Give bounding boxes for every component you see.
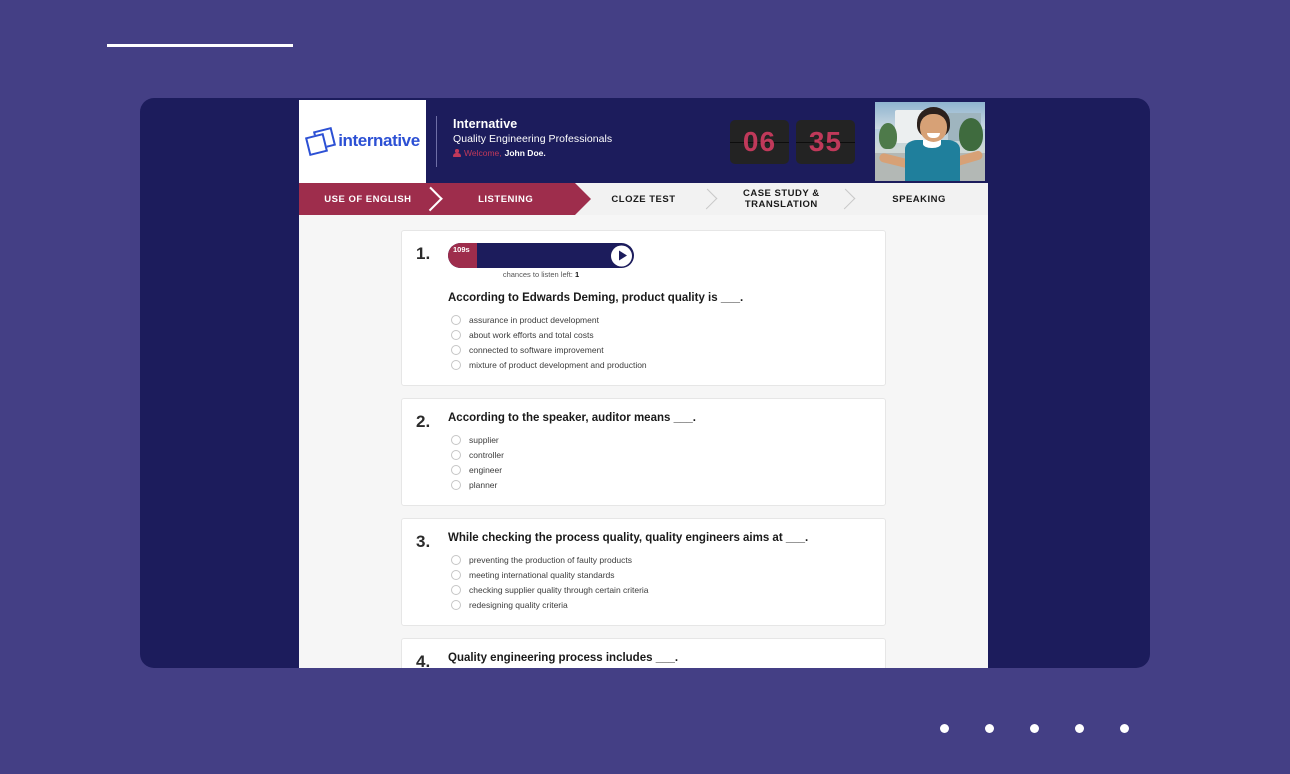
logo-wordmark: internative xyxy=(338,130,420,150)
step-speaking[interactable]: SPEAKING xyxy=(850,183,988,215)
answer-option-label: engineer xyxy=(469,464,503,475)
top-decorative-rule xyxy=(107,44,293,47)
answer-option-label: checking supplier quality through certai… xyxy=(469,584,649,595)
brand-tagline: Quality Engineering Professionals xyxy=(453,133,613,145)
audio-duration-badge: 109s xyxy=(448,243,477,268)
pagination-dot[interactable] xyxy=(1030,724,1039,733)
answer-option-label: connected to software improvement xyxy=(469,344,604,355)
question-text: Quality engineering process includes ___… xyxy=(448,652,679,664)
brand-name: Internative xyxy=(453,117,518,131)
pagination-dots[interactable] xyxy=(940,724,1129,733)
radio-icon[interactable] xyxy=(451,554,461,565)
question-number: 2. xyxy=(416,412,431,431)
radio-icon[interactable] xyxy=(451,314,461,325)
play-icon xyxy=(618,250,627,261)
answer-option-label: meeting international quality standards xyxy=(469,569,615,580)
listen-chances: chances to listen left: 1 xyxy=(448,270,634,280)
step-label: CASE STUDY & TRANSLATION xyxy=(743,188,820,210)
audio-duration-label: 109s xyxy=(453,245,470,254)
welcome-label: Welcome, xyxy=(464,148,502,158)
welcome-username: John Doe. xyxy=(504,148,546,158)
answer-option[interactable]: preventing the production of faulty prod… xyxy=(448,552,871,567)
radio-icon[interactable] xyxy=(451,359,461,370)
answer-option[interactable]: connected to software improvement xyxy=(448,342,871,357)
answer-option-label: redesigning quality criteria xyxy=(469,599,568,610)
countdown-timer: 06 35 xyxy=(730,100,867,183)
radio-icon[interactable] xyxy=(451,569,461,580)
answer-option-label: controller xyxy=(469,449,504,460)
answer-option-label: mixture of product development and produ… xyxy=(469,359,647,370)
step-listening[interactable]: LISTENING xyxy=(436,183,591,215)
question-card: 3. While checking the process quality, q… xyxy=(401,518,886,626)
listen-chances-text: chances to listen left: xyxy=(502,270,573,279)
welcome-row: Welcome, John Doe. xyxy=(453,147,730,159)
step-case-study-translation[interactable]: CASE STUDY & TRANSLATION xyxy=(712,183,856,215)
timer-seconds: 35 xyxy=(808,125,843,157)
timer-minutes: 06 xyxy=(742,125,777,157)
question-number: 1. xyxy=(416,244,431,263)
step-label: USE OF ENGLISH xyxy=(324,193,412,205)
question-number: 3. xyxy=(416,532,431,551)
pagination-dot[interactable] xyxy=(940,724,949,733)
radio-icon[interactable] xyxy=(451,479,461,490)
exam-section-nav: USE OF ENGLISH LISTENING CLOZE TEST CASE… xyxy=(299,183,988,215)
answer-option-label: assurance in product development xyxy=(469,314,599,325)
answer-option-label: supplier xyxy=(469,434,499,445)
radio-icon[interactable] xyxy=(451,599,461,610)
answer-option[interactable]: engineer xyxy=(448,462,871,477)
step-label: LISTENING xyxy=(478,193,534,205)
device-frame: internative Internative Quality Engineer… xyxy=(140,98,1150,668)
question-text: While checking the process quality, qual… xyxy=(448,532,809,544)
radio-icon[interactable] xyxy=(451,329,461,340)
timer-seconds-box: 35 xyxy=(796,119,855,164)
webcam-preview xyxy=(875,102,985,181)
header-brand-text: Internative Quality Engineering Professi… xyxy=(437,100,730,183)
listen-chances-count: 1 xyxy=(574,270,580,279)
step-cloze-test[interactable]: CLOZE TEST xyxy=(575,183,718,215)
answer-option[interactable]: meeting international quality standards xyxy=(448,567,871,582)
radio-icon[interactable] xyxy=(451,434,461,445)
questions-list: 1. 109s chances to listen left: 1 Accord… xyxy=(299,215,988,668)
radio-icon[interactable] xyxy=(451,344,461,355)
answer-option[interactable]: assurance in product development xyxy=(448,312,871,327)
user-icon xyxy=(453,149,461,157)
play-button[interactable] xyxy=(611,245,632,266)
radio-icon[interactable] xyxy=(451,464,461,475)
question-card: 1. 109s chances to listen left: 1 Accord… xyxy=(401,230,886,386)
answer-option[interactable]: supplier xyxy=(448,432,871,447)
pagination-dot[interactable] xyxy=(1120,724,1129,733)
step-label: CLOZE TEST xyxy=(611,193,676,205)
timer-minutes-box: 06 xyxy=(730,119,789,164)
pagination-dot[interactable] xyxy=(985,724,994,733)
radio-icon[interactable] xyxy=(451,449,461,460)
answer-option-label: about work efforts and total costs xyxy=(469,329,594,340)
answer-option[interactable]: planner xyxy=(448,477,871,492)
question-number: 4. xyxy=(416,652,431,668)
audio-player[interactable]: 109s chances to listen left: 1 xyxy=(448,243,871,280)
logo-container[interactable]: internative xyxy=(299,100,426,183)
answer-option[interactable]: checking supplier quality through certai… xyxy=(448,582,871,597)
question-text: According to the speaker, auditor means … xyxy=(448,412,696,424)
step-use-of-english[interactable]: USE OF ENGLISH xyxy=(299,183,437,215)
answer-option[interactable]: about work efforts and total costs xyxy=(448,327,871,342)
answer-option-label: planner xyxy=(469,479,498,490)
chevron-right-icon xyxy=(422,183,438,215)
pagination-dot[interactable] xyxy=(1075,724,1084,733)
radio-icon[interactable] xyxy=(451,584,461,595)
app-header: internative Internative Quality Engineer… xyxy=(299,100,988,183)
question-card: 4. Quality engineering process includes … xyxy=(401,638,886,668)
internative-logo-icon xyxy=(305,126,337,156)
question-text: According to Edwards Deming, product qua… xyxy=(448,292,744,304)
step-label: SPEAKING xyxy=(892,193,946,205)
answer-option-label: preventing the production of faulty prod… xyxy=(469,554,633,565)
app-screen: internative Internative Quality Engineer… xyxy=(299,100,988,668)
answer-option[interactable]: redesigning quality criteria xyxy=(448,597,871,612)
answer-option[interactable]: controller xyxy=(448,447,871,462)
question-card: 2. According to the speaker, auditor mea… xyxy=(401,398,886,506)
answer-option[interactable]: mixture of product development and produ… xyxy=(448,357,871,372)
